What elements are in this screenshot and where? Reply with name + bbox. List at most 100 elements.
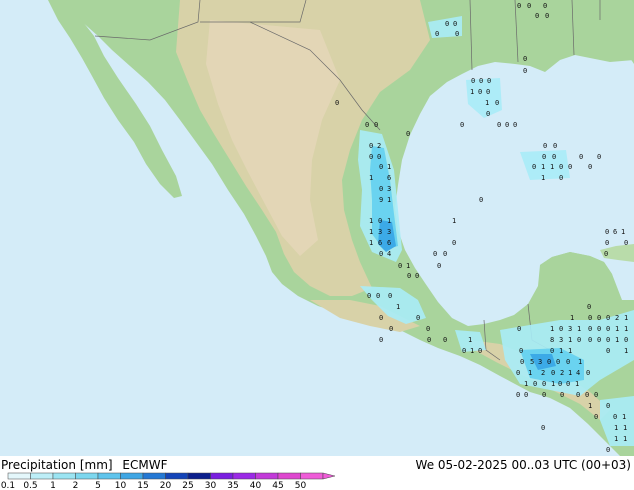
precip-value-label: 0 — [379, 250, 383, 258]
precip-value-label: 0 — [462, 347, 466, 355]
precip-value-label: 0 — [335, 99, 339, 107]
precip-value-label: 0 — [519, 347, 523, 355]
precip-value-label: 4 — [387, 250, 391, 258]
precip-value-label: 2 — [560, 369, 564, 377]
colorbar-labels: 0.1 0.5 1 2 5 10 15 20 25 30 35 40 45 50 — [1, 481, 307, 490]
colorbar-swatches — [7, 472, 336, 480]
map-title: Precipitation [mm] ECMWF — [1, 458, 173, 472]
precip-value-label: 0 — [624, 239, 628, 247]
precip-value-label: 0 — [516, 369, 520, 377]
colorbar-tick-label: 35 — [227, 481, 238, 490]
precip-value-label: 1 — [570, 314, 574, 322]
colorbar-tick-label: 15 — [137, 481, 148, 490]
colorbar-swatch — [52, 472, 76, 480]
precip-value-label: 0 — [594, 391, 598, 399]
precip-value-label: 0 — [415, 272, 419, 280]
precip-value-label: 0 — [606, 314, 610, 322]
precip-value-label: 0 — [378, 217, 382, 225]
precip-value-label: 0 — [527, 2, 531, 10]
valid-time-label: We 05-02-2025 00..03 UTC (00+03) — [415, 458, 631, 472]
precip-value-label: 0 — [535, 12, 539, 20]
precip-value-label: 0 — [524, 391, 528, 399]
precip-value-label: 0 — [597, 336, 601, 344]
precip-value-label: 1 — [470, 347, 474, 355]
precip-value-label: 0 — [471, 77, 475, 85]
precip-value-label: 0 — [379, 314, 383, 322]
precip-value-label: 0 — [407, 272, 411, 280]
precip-value-label: 0 — [479, 77, 483, 85]
precip-value-label: 0 — [543, 2, 547, 10]
precip-value-label: 0 — [455, 30, 459, 38]
precip-value-label: 0 — [443, 336, 447, 344]
precip-value-label: 3 — [387, 185, 391, 193]
precip-value-label: 1 — [588, 402, 592, 410]
precip-value-label: 0 — [606, 347, 610, 355]
precip-value-label: 1 — [577, 325, 581, 333]
precip-value-label: 0 — [517, 2, 521, 10]
precip-value-label: 1 — [621, 228, 625, 236]
precip-value-label: 0 — [516, 391, 520, 399]
precip-value-label: 2 — [377, 142, 381, 150]
precip-value-label: 0 — [445, 20, 449, 28]
precip-value-label: 1 — [369, 239, 373, 247]
precip-value-label: 1 — [387, 217, 391, 225]
precip-value-label: 0 — [497, 121, 501, 129]
precip-value-label: 0 — [541, 424, 545, 432]
precip-value-label: 1 — [623, 435, 627, 443]
colorbar-swatch — [300, 472, 324, 480]
precip-value-label: 1 — [568, 336, 572, 344]
colorbar-tick-label: 45 — [272, 481, 283, 490]
precip-value-label: 8 — [550, 336, 554, 344]
precip-value-label: 0 — [486, 88, 490, 96]
precip-value-label: 0 — [443, 250, 447, 258]
precip-value-label: 0 — [416, 314, 420, 322]
precip-value-label: 0 — [559, 163, 563, 171]
precip-value-label: 0 — [588, 325, 592, 333]
precip-value-label: 0 — [588, 163, 592, 171]
precip-value-label: 0 — [556, 358, 560, 366]
precip-value-label: 0 — [585, 391, 589, 399]
precip-value-label: 1 — [551, 380, 555, 388]
colorbar-swatch — [210, 472, 234, 480]
precip-value-label: 6 — [387, 239, 391, 247]
precip-value-label: 0 — [398, 262, 402, 270]
precip-value-label: 1 — [406, 262, 410, 270]
precip-value-label: 0 — [520, 358, 524, 366]
precip-value-label: 6 — [387, 174, 391, 182]
precip-value-label: 0 — [452, 239, 456, 247]
colorbar-swatch — [187, 472, 211, 480]
precip-value-label: 0 — [551, 369, 555, 377]
precip-value-label: 0 — [542, 153, 546, 161]
precip-value-label: 1 — [623, 424, 627, 432]
precip-value-label: 3 — [568, 325, 572, 333]
precip-value-label: 0 — [594, 413, 598, 421]
precip-value-label: 0 — [379, 336, 383, 344]
precip-value-label: 1 — [550, 325, 554, 333]
precip-value-label: 1 — [578, 358, 582, 366]
precip-value-label: 1 — [575, 380, 579, 388]
precip-value-label: 1 — [559, 347, 563, 355]
precip-value-label: 0 — [435, 30, 439, 38]
precip-value-label: 0 — [605, 228, 609, 236]
precip-value-label: 0 — [586, 369, 590, 377]
colorbar-tick-label: 1 — [50, 481, 56, 490]
precip-value-label: 4 — [576, 369, 580, 377]
precip-value-label: 0 — [460, 121, 464, 129]
colorbar-swatch — [255, 472, 279, 480]
precip-value-label: 1 — [614, 435, 618, 443]
precip-value-label: 1 — [452, 217, 456, 225]
precip-value-label: 0 — [479, 196, 483, 204]
colorbar-arrow — [322, 472, 336, 480]
precip-value-label: 0 — [597, 153, 601, 161]
precip-value-label: 3 — [559, 336, 563, 344]
colorbar-tick-label: 0.1 — [1, 481, 15, 490]
precip-value-label: 0 — [388, 292, 392, 300]
precip-value-label: 0 — [427, 336, 431, 344]
precip-value-label: 2 — [615, 314, 619, 322]
precip-value-label: 1 — [622, 413, 626, 421]
precip-value-label: 0 — [613, 413, 617, 421]
precip-value-label: 1 — [387, 163, 391, 171]
colorbar-tick-label: 25 — [182, 481, 193, 490]
map-canvas: 0 00 00 0 00 0000 0 01 0 01 000 0 0 000 000 20 00 11 60 39 1… — [0, 0, 634, 456]
precip-value-label: 1 — [528, 369, 532, 377]
